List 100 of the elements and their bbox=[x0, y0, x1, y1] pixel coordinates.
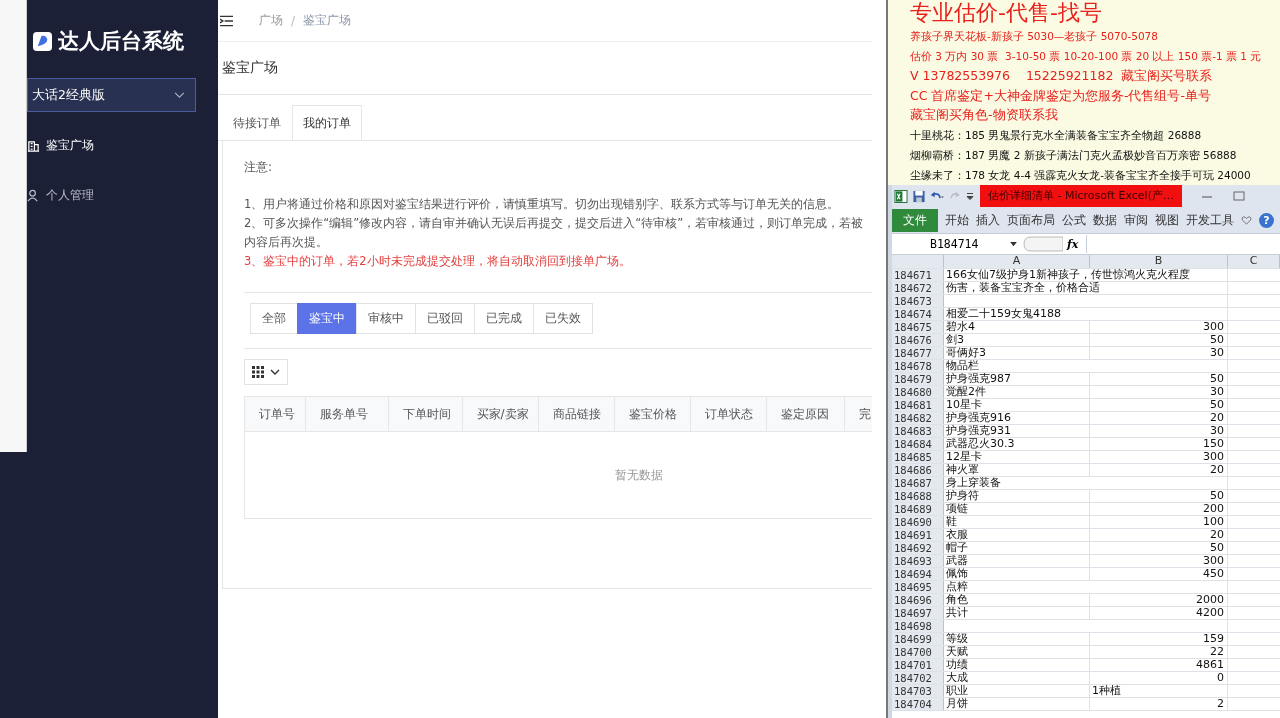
table-cell: 觉醒2件 bbox=[944, 386, 1090, 398]
column-toggle-button[interactable] bbox=[244, 359, 288, 385]
ribbon-tab[interactable]: 公式 bbox=[1062, 212, 1086, 228]
table-cell: 20 bbox=[1090, 412, 1228, 424]
table-cell: 30 bbox=[1090, 425, 1228, 437]
row-number: 184681 bbox=[892, 399, 944, 411]
row-number: 184694 bbox=[892, 568, 944, 580]
dropdown-caret-icon[interactable] bbox=[1010, 241, 1017, 247]
notice-text: 1、用户将通过价格和原因对鉴宝结果进行评价，请慎重填写。切勿出现错别字、联系方式等与订单无关的信息。 bbox=[244, 196, 841, 213]
table-cell: 30 bbox=[1090, 347, 1228, 359]
column-header[interactable]: B bbox=[1090, 255, 1228, 268]
row-number: 184686 bbox=[892, 464, 944, 476]
person-icon bbox=[27, 188, 40, 202]
table-cell: 2000 bbox=[1090, 594, 1228, 606]
row-number: 184695 bbox=[892, 581, 944, 593]
heart-icon[interactable] bbox=[1241, 215, 1252, 225]
row-number: 184678 bbox=[892, 360, 944, 372]
table-cell: 帽子 bbox=[944, 542, 1090, 554]
ribbon-tab[interactable]: 开发工具 bbox=[1186, 212, 1234, 228]
table-cell: 身上穿装备 bbox=[944, 477, 1228, 489]
table-cell: 哥俩好3 bbox=[944, 347, 1090, 359]
maximize-icon[interactable] bbox=[1231, 191, 1246, 201]
row-number: 184689 bbox=[892, 503, 944, 515]
column-header: 鉴宝价格 bbox=[614, 397, 692, 431]
table-cell: 大成 bbox=[944, 672, 1090, 684]
column-header[interactable]: C bbox=[1228, 255, 1280, 268]
table-cell: 1种植 bbox=[1090, 685, 1228, 697]
app-title: 达人后台系统 bbox=[58, 28, 184, 55]
notice-text: 2、可多次操作“编辑”修改内容，请自审并确认无误后再提交，提交后进入“待审核”，若审核通过，则订单完成，若被 bbox=[244, 215, 865, 232]
status-filter-button[interactable]: 已驳回 bbox=[415, 303, 475, 334]
row-number: 184693 bbox=[892, 555, 944, 567]
table-cell: 点粹 bbox=[944, 581, 1228, 593]
menu-item[interactable]: 鉴宝广场 bbox=[27, 128, 177, 162]
row-number: 184700 bbox=[892, 646, 944, 658]
ribbon-tab[interactable]: 开始 bbox=[945, 212, 969, 228]
column-header[interactable]: A bbox=[944, 255, 1090, 268]
column-header: 买家/卖家 bbox=[462, 397, 539, 431]
status-filter-button[interactable]: 鉴宝中 bbox=[297, 303, 357, 334]
table-cell: 166女仙7级护身1新神孩子，传世惊鸿火克火程度 bbox=[944, 269, 1228, 281]
row-number: 184688 bbox=[892, 490, 944, 502]
page-title: 鉴宝广场 bbox=[222, 59, 278, 77]
row-number: 184684 bbox=[892, 438, 944, 450]
table-cell: 物品栏 bbox=[944, 360, 1228, 372]
column-header: 商品链接 bbox=[538, 397, 615, 431]
caret-icon bbox=[270, 368, 280, 376]
table-cell: 衣服 bbox=[944, 529, 1090, 541]
table-cell: 相爱二十159女鬼4188 bbox=[944, 308, 1228, 320]
status-filter-button[interactable]: 全部 bbox=[250, 303, 298, 334]
menu-item[interactable]: 个人管理 bbox=[27, 178, 177, 212]
row-number: 184673 bbox=[892, 295, 944, 307]
row-number: 184697 bbox=[892, 607, 944, 619]
table-cell: 22 bbox=[1090, 646, 1228, 658]
empty-message: 暂无数据 bbox=[615, 467, 663, 483]
insert-function-button[interactable]: fx bbox=[1067, 237, 1079, 251]
row-number: 184704 bbox=[892, 698, 944, 710]
ribbon-tab[interactable]: 文件 bbox=[892, 208, 938, 232]
table-cell: 项链 bbox=[944, 503, 1090, 515]
table-cell: 神火罩 bbox=[944, 464, 1090, 476]
table-cell: 200 bbox=[1090, 503, 1228, 515]
table-cell: 伤害，装备宝宝齐全，价格合适 bbox=[944, 282, 1228, 294]
table-cell: 武器 bbox=[944, 555, 1090, 567]
column-header: 鉴定原因 bbox=[767, 397, 846, 431]
table-cell: 等级 bbox=[944, 633, 1090, 645]
status-filter-button[interactable]: 已完成 bbox=[474, 303, 534, 334]
ribbon-tab[interactable]: 数据 bbox=[1093, 212, 1117, 228]
row-number: 184671 bbox=[892, 269, 944, 281]
ribbon-tab[interactable]: 插入 bbox=[976, 212, 1000, 228]
ribbon-tab[interactable]: 视图 bbox=[1155, 212, 1179, 228]
row-number: 184685 bbox=[892, 451, 944, 463]
chevron-down-icon bbox=[174, 91, 185, 99]
row-number: 184699 bbox=[892, 633, 944, 645]
table-cell: 护身符 bbox=[944, 490, 1090, 502]
document-text: 养孩子界天花板-新孩子 5030—老孩子 5070-5078 bbox=[910, 29, 1159, 44]
row-number: 184674 bbox=[892, 308, 944, 320]
ribbon-tab[interactable]: 审阅 bbox=[1124, 212, 1148, 228]
table-cell: 50 bbox=[1090, 373, 1228, 385]
table-cell: 4861 bbox=[1090, 659, 1228, 671]
table-cell: 共计 bbox=[944, 607, 1090, 619]
document-text: 专业估价-代售-找号 bbox=[910, 0, 1103, 26]
menu-fold-icon[interactable] bbox=[220, 14, 233, 27]
status-filter-button[interactable]: 审核中 bbox=[356, 303, 416, 334]
row-number: 184680 bbox=[892, 386, 944, 398]
tab[interactable]: 我的订单 bbox=[292, 105, 362, 140]
status-filter-button[interactable]: 已失效 bbox=[533, 303, 593, 334]
ribbon-tab[interactable]: 页面布局 bbox=[1007, 212, 1055, 228]
game-select[interactable]: 大话2经典版 bbox=[27, 78, 196, 112]
table-cell: 12星卡 bbox=[944, 451, 1090, 463]
building-icon bbox=[27, 138, 40, 152]
table-cell: 武器忍火30.3 bbox=[944, 438, 1090, 450]
save-icon[interactable] bbox=[912, 189, 926, 203]
row-number: 184702 bbox=[892, 672, 944, 684]
table-cell: 50 bbox=[1090, 334, 1228, 346]
document-text: V 13782553976 15225921182 藏宝阁买号联系 bbox=[910, 67, 1214, 85]
name-box[interactable]: B184714 bbox=[892, 237, 1002, 251]
table-cell: 300 bbox=[1090, 451, 1228, 463]
row-number: 184701 bbox=[892, 659, 944, 671]
column-header: 下单时间 bbox=[389, 397, 463, 431]
column-header: 完 bbox=[858, 406, 872, 423]
tab[interactable]: 待接订单 bbox=[222, 105, 292, 140]
help-button[interactable]: ? bbox=[1259, 212, 1274, 228]
